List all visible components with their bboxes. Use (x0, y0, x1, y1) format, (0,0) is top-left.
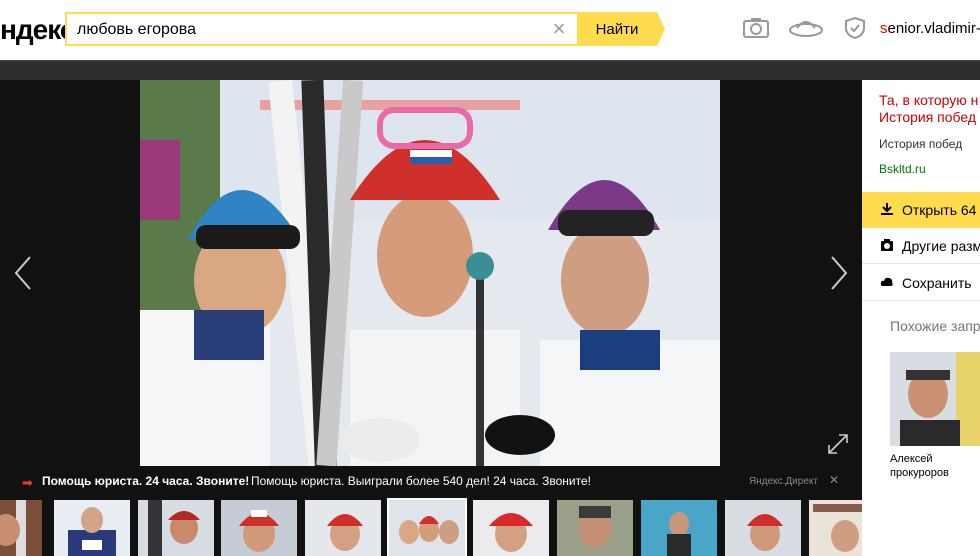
user-first-letter: s (880, 20, 888, 37)
source-title-link[interactable]: Та, в которую н История побед (879, 92, 980, 126)
search-field-frame: × (65, 12, 579, 46)
camera-icon (881, 239, 893, 251)
user-account-link[interactable]: senior.vladimir-s (880, 20, 980, 37)
ad-title-link[interactable]: Помощь юриста. 24 часа. Звоните! (42, 474, 249, 488)
thumbnail-strip (0, 496, 885, 556)
next-arrow-icon[interactable] (826, 255, 850, 291)
thumbnail[interactable] (557, 500, 633, 556)
cloud-save-icon (880, 277, 893, 286)
search-bar: × Найти (65, 12, 665, 46)
yandex-logo[interactable]: ндекс (0, 14, 75, 46)
similar-caption-line1: Алексей (890, 453, 933, 465)
ad-text[interactable]: Помощь юриста. Выиграли более 540 дел! 2… (251, 474, 591, 488)
camera-icon[interactable] (742, 16, 770, 40)
image-info-sidebar: Та, в которую н История побед История по… (862, 80, 980, 556)
ad-close-icon[interactable]: ✕ (829, 473, 839, 487)
thumbnail[interactable] (725, 500, 801, 556)
save-label: Сохранить (902, 275, 972, 291)
thumbnail[interactable] (138, 500, 214, 556)
toolbar-strip (0, 60, 980, 80)
open-image-button[interactable]: Открыть 64 (862, 192, 980, 228)
search-button-arrow (657, 12, 665, 46)
fullscreen-icon[interactable] (826, 432, 850, 456)
user-name-rest: enior.vladimir-s (887, 20, 980, 37)
ad-bar: ➡ Помощь юриста. 24 часа. Звоните! Помощ… (0, 466, 862, 496)
thumbnail-active[interactable] (387, 498, 467, 556)
ad-arrow-icon: ➡ (22, 475, 33, 490)
ad-source-label[interactable]: Яндекс.Директ (749, 476, 818, 487)
source-domain-link[interactable]: Bskltd.ru (879, 162, 926, 176)
other-sizes-button[interactable]: Другие разм (862, 228, 980, 264)
similar-caption-line2: прокуроров (890, 467, 949, 479)
source-title-line2: История побед (879, 109, 977, 125)
similar-search-caption[interactable]: Алексей прокуроров (890, 452, 949, 480)
thumbnail[interactable] (305, 500, 381, 556)
search-input[interactable] (77, 20, 547, 40)
main-photo[interactable] (140, 80, 720, 466)
save-button[interactable]: Сохранить (862, 265, 980, 301)
search-button[interactable]: Найти (577, 12, 657, 46)
shield-icon[interactable] (844, 16, 866, 40)
source-description: История побед (879, 137, 963, 151)
thumbnail[interactable] (221, 500, 297, 556)
previous-arrow-icon[interactable] (12, 255, 36, 291)
image-viewer (0, 80, 862, 466)
clear-icon[interactable]: × (549, 18, 569, 40)
similar-search-thumbnail[interactable] (890, 352, 980, 446)
thumbnail[interactable] (641, 500, 717, 556)
download-icon (881, 203, 893, 215)
top-header: ндекс × Найти senior.vladimir-s (0, 0, 980, 60)
other-sizes-label: Другие разм (902, 238, 980, 254)
similar-searches-header: Похожие запр (890, 318, 980, 334)
thumbnail[interactable] (473, 500, 549, 556)
source-title-line1: Та, в которую н (879, 92, 979, 108)
ufo-icon[interactable] (788, 16, 824, 40)
open-image-label: Открыть 64 (902, 202, 977, 218)
thumbnail[interactable] (54, 500, 130, 556)
thumbnail[interactable] (0, 500, 42, 556)
